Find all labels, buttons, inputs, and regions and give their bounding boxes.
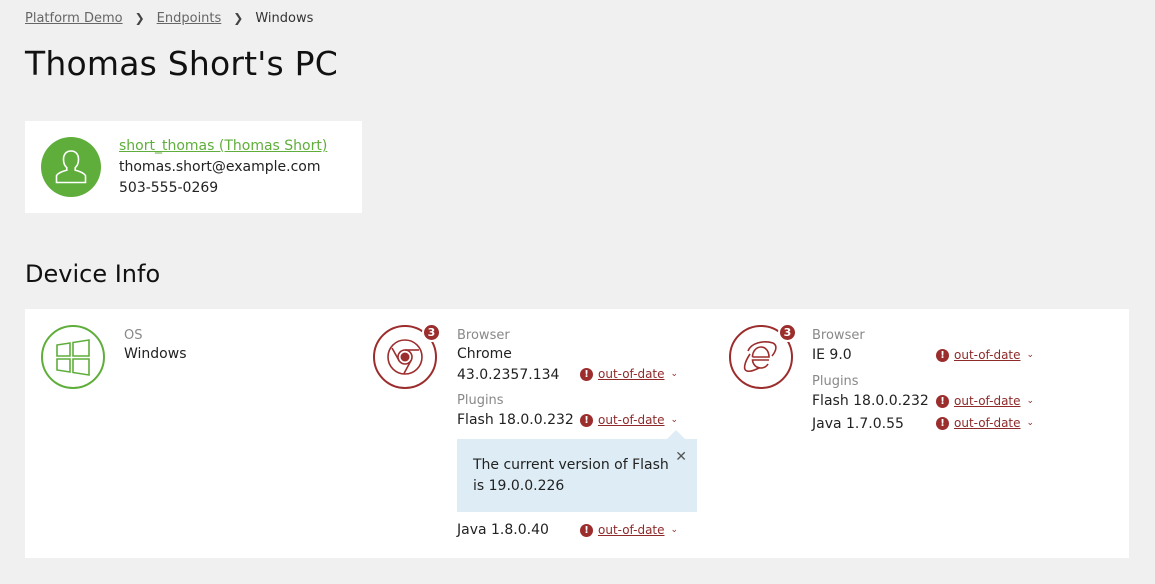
breadcrumb: Platform Demo ❯ Endpoints ❯ Windows bbox=[25, 10, 314, 27]
chrome-browser-name: Chrome bbox=[457, 346, 512, 362]
chrome-browser-version: 43.0.2357.134 bbox=[457, 367, 560, 383]
tooltip-text: The current version of Flash is 19.0.0.2… bbox=[473, 457, 669, 494]
out-of-date-link[interactable]: out-of-date bbox=[598, 523, 665, 537]
out-of-date-link[interactable]: out-of-date bbox=[954, 416, 1021, 430]
os-value: Windows bbox=[124, 346, 187, 362]
alert-icon: ! bbox=[580, 413, 593, 427]
ie-plugin-flash-status[interactable]: ! out-of-date ⌄ bbox=[936, 394, 1034, 408]
page-title: Thomas Short's PC bbox=[25, 44, 338, 83]
ie-plugins-label: Plugins bbox=[812, 374, 859, 389]
chrome-plugin-java-name: Java 1.8.0.40 bbox=[457, 522, 549, 538]
out-of-date-link[interactable]: out-of-date bbox=[954, 348, 1021, 362]
breadcrumb-platform-demo[interactable]: Platform Demo bbox=[25, 11, 123, 26]
chrome-plugin-flash-name: Flash 18.0.0.232 bbox=[457, 412, 574, 428]
user-email: thomas.short@example.com bbox=[119, 159, 321, 175]
out-of-date-link[interactable]: out-of-date bbox=[954, 394, 1021, 408]
out-of-date-link[interactable]: out-of-date bbox=[598, 413, 665, 427]
chevron-down-icon[interactable]: ⌄ bbox=[1027, 418, 1035, 428]
user-card: short_thomas (Thomas Short) thomas.short… bbox=[25, 121, 362, 213]
chevron-down-icon[interactable]: ⌄ bbox=[1027, 350, 1035, 360]
chrome-icon bbox=[387, 339, 423, 375]
device-info-title: Device Info bbox=[25, 260, 161, 288]
ie-browser-status[interactable]: ! out-of-date ⌄ bbox=[936, 348, 1034, 362]
os-icon-circle bbox=[41, 325, 105, 389]
chrome-browser-label: Browser bbox=[457, 328, 510, 343]
flash-version-tooltip: The current version of Flash is 19.0.0.2… bbox=[457, 430, 697, 512]
chevron-down-icon[interactable]: ⌄ bbox=[671, 369, 679, 379]
ie-plugin-flash-name: Flash 18.0.0.232 bbox=[812, 393, 929, 409]
avatar bbox=[41, 137, 101, 197]
ie-plugin-java-status[interactable]: ! out-of-date ⌄ bbox=[936, 416, 1034, 430]
user-phone: 503-555-0269 bbox=[119, 180, 219, 196]
user-silhouette-icon bbox=[55, 150, 87, 184]
alert-icon: ! bbox=[580, 523, 593, 537]
chrome-icon-circle: 3 bbox=[373, 323, 441, 389]
chrome-plugin-flash-status[interactable]: ! out-of-date ⌄ bbox=[580, 413, 678, 427]
chrome-browser-status[interactable]: ! out-of-date ⌄ bbox=[580, 367, 678, 381]
chevron-right-icon: ❯ bbox=[134, 10, 145, 25]
alert-icon: ! bbox=[936, 348, 949, 362]
ie-issue-count-badge: 3 bbox=[778, 323, 797, 342]
chevron-down-icon[interactable]: ⌄ bbox=[1027, 396, 1035, 406]
alert-icon: ! bbox=[580, 367, 593, 381]
ie-browser-label: Browser bbox=[812, 328, 865, 343]
ie-plugin-java-name: Java 1.7.0.55 bbox=[812, 416, 904, 432]
device-info-panel: OS Windows 3 Browser Chrome 43.0.2357.13… bbox=[25, 309, 1129, 558]
os-label: OS bbox=[124, 328, 143, 343]
ie-icon-circle: 3 bbox=[729, 323, 797, 389]
ie-browser-value: IE 9.0 bbox=[812, 347, 852, 363]
out-of-date-link[interactable]: out-of-date bbox=[598, 367, 665, 381]
chevron-down-icon[interactable]: ⌄ bbox=[671, 415, 679, 425]
chrome-issue-count-badge: 3 bbox=[422, 323, 441, 342]
chrome-plugins-label: Plugins bbox=[457, 393, 504, 408]
breadcrumb-current: Windows bbox=[255, 11, 314, 26]
user-profile-link[interactable]: short_thomas (Thomas Short) bbox=[119, 138, 327, 154]
close-icon[interactable]: ✕ bbox=[675, 447, 687, 468]
internet-explorer-icon bbox=[743, 341, 777, 373]
alert-icon: ! bbox=[936, 394, 949, 408]
chevron-down-icon[interactable]: ⌄ bbox=[671, 525, 679, 535]
breadcrumb-endpoints[interactable]: Endpoints bbox=[157, 11, 222, 26]
windows-icon bbox=[56, 339, 90, 376]
chevron-right-icon: ❯ bbox=[233, 10, 244, 25]
chrome-plugin-java-status[interactable]: ! out-of-date ⌄ bbox=[580, 523, 678, 537]
alert-icon: ! bbox=[936, 416, 949, 430]
